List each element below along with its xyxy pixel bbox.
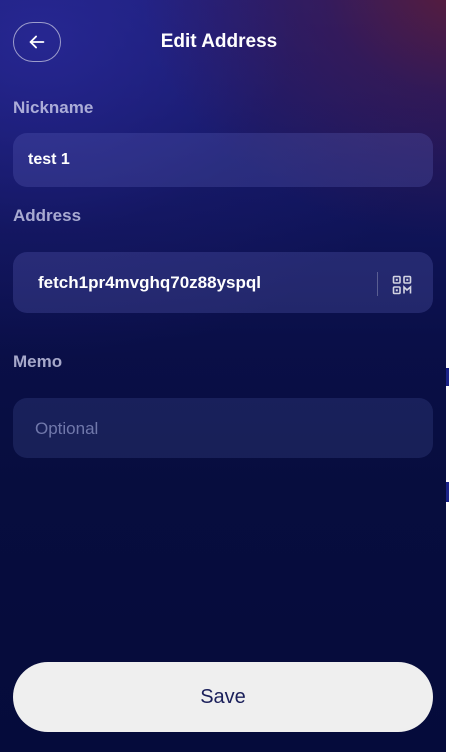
qr-code-icon bbox=[392, 275, 412, 295]
scan-qr-button[interactable] bbox=[390, 274, 414, 296]
save-button[interactable]: Save bbox=[13, 662, 433, 732]
memo-field-container bbox=[13, 398, 433, 458]
edit-address-screen: Edit Address Nickname Address Memo Save bbox=[0, 0, 446, 752]
page-title: Edit Address bbox=[160, 31, 278, 52]
memo-label: Memo bbox=[13, 352, 63, 371]
address-input[interactable] bbox=[38, 271, 373, 295]
nickname-input[interactable] bbox=[28, 148, 418, 172]
address-field-divider bbox=[377, 272, 378, 296]
memo-input[interactable] bbox=[35, 417, 420, 441]
address-label: Address bbox=[13, 206, 82, 225]
nickname-field-container bbox=[13, 133, 433, 187]
address-field-container bbox=[13, 252, 433, 313]
nickname-label: Nickname bbox=[13, 98, 94, 117]
